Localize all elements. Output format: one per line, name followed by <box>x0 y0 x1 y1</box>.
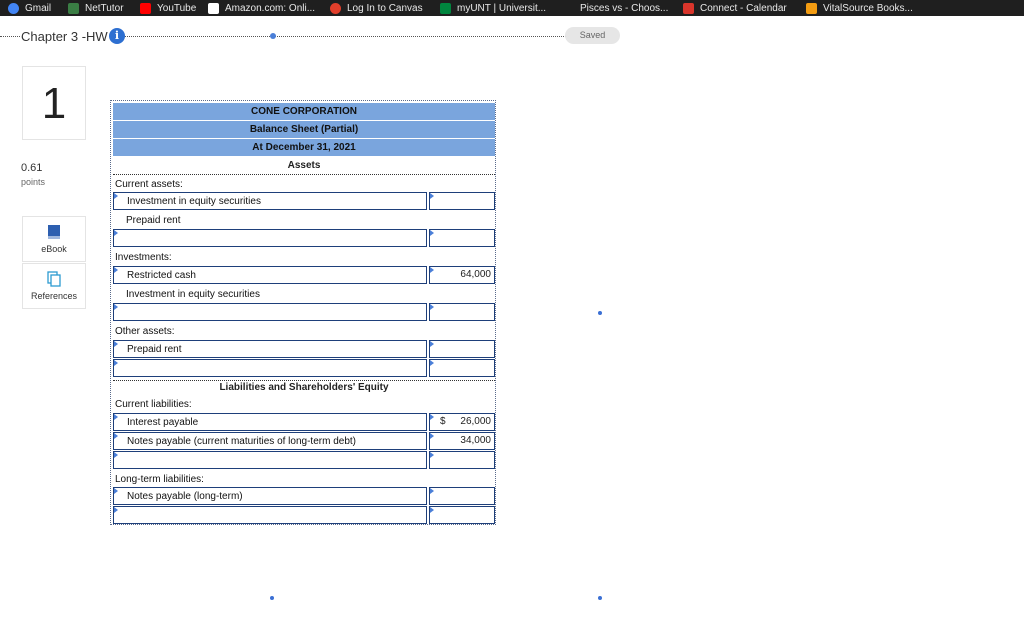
points-value: 0.61 <box>21 162 43 174</box>
bookmark-gmail[interactable]: Gmail <box>8 0 51 16</box>
statement-date: At December 31, 2021 <box>113 139 495 156</box>
cl-line2-amount-field[interactable]: 34,000 <box>429 432 495 450</box>
lt-line2-amount-field[interactable] <box>429 506 495 524</box>
inv-line2-label: Investment in equity securities <box>126 289 260 300</box>
vitalsource-icon <box>806 2 817 14</box>
cl-line1-label: Interest payable <box>127 417 199 428</box>
cl-line1-amount: 26,000 <box>460 416 491 427</box>
bookmark-vitalsource[interactable]: VitalSource Books... <box>806 0 913 16</box>
marker-dot <box>598 311 602 315</box>
inv-line3-label-field[interactable] <box>113 303 427 321</box>
connect-icon <box>683 2 694 14</box>
bookmark-label: VitalSource Books... <box>823 2 913 14</box>
cl-line2-amount: 34,000 <box>460 435 491 446</box>
ca-line2-label: Prepaid rent <box>126 215 181 226</box>
bookmark-label: Gmail <box>25 2 52 14</box>
inv-line3-amount-field[interactable] <box>429 303 495 321</box>
ebook-button[interactable]: eBook <box>22 216 86 262</box>
lt-line1-amount-field[interactable] <box>429 487 495 505</box>
cl-line1-amount-field[interactable]: $ 26,000 <box>429 413 495 431</box>
bookmark-connect[interactable]: Connect - Calendar <box>683 0 787 16</box>
inv-line1-label-field[interactable]: Restricted cash <box>113 266 427 284</box>
bookmark-amazon[interactable]: Amazon.com: Onli... <box>208 0 315 16</box>
marker-dot <box>270 596 274 600</box>
unt-icon <box>440 2 451 14</box>
progress-marker <box>270 33 276 39</box>
canvas-icon <box>330 2 341 14</box>
balance-sheet: CONE CORPORATION Balance Sheet (Partial)… <box>110 100 496 525</box>
amazon-icon <box>208 2 219 14</box>
oa-line1-label: Prepaid rent <box>127 344 182 355</box>
inv-line1-amount: 64,000 <box>460 269 491 280</box>
lt-line1-label-field[interactable]: Notes payable (long-term) <box>113 487 427 505</box>
references-label: References <box>30 291 78 301</box>
investments-label: Investments: <box>115 252 172 263</box>
references-icon <box>47 271 61 287</box>
ca-line1-amount-field[interactable] <box>429 192 495 210</box>
saved-status-badge: Saved <box>565 27 620 44</box>
longterm-liabilities-label: Long-term liabilities: <box>115 474 204 485</box>
ca-line1-label-field[interactable]: Investment in equity securities <box>113 192 427 210</box>
ca-line1-label: Investment in equity securities <box>127 196 261 207</box>
oa-line1-label-field[interactable]: Prepaid rent <box>113 340 427 358</box>
company-name: CONE CORPORATION <box>113 103 495 120</box>
oa-line2-amount-field[interactable] <box>429 359 495 377</box>
oa-line1-amount-field[interactable] <box>429 340 495 358</box>
bookmark-pisces[interactable]: Pisces vs - Choos... <box>580 0 668 16</box>
statement-title: Balance Sheet (Partial) <box>113 121 495 138</box>
marker-dot <box>598 596 602 600</box>
cl-line1-label-field[interactable]: Interest payable <box>113 413 427 431</box>
lt-line2-label-field[interactable] <box>113 506 427 524</box>
bookmark-label: Amazon.com: Onli... <box>225 2 316 14</box>
points-label: points <box>21 177 46 187</box>
cl-line3-label-field[interactable] <box>113 451 427 469</box>
ca-line3-label-field[interactable] <box>113 229 427 247</box>
bookmark-label: myUNT | Universit... <box>457 2 547 14</box>
cl-line3-amount-field[interactable] <box>429 451 495 469</box>
question-number: 1 <box>22 66 86 140</box>
assets-heading: Assets <box>287 160 321 171</box>
inv-line1-amount-field[interactable]: 64,000 <box>429 266 495 284</box>
other-assets-label: Other assets: <box>115 326 175 337</box>
bookmark-myunt[interactable]: myUNT | Universit... <box>440 0 546 16</box>
lt-line1-label: Notes payable (long-term) <box>127 491 243 502</box>
liabilities-heading: Liabilities and Shareholders' Equity <box>219 382 389 393</box>
divider <box>113 174 495 175</box>
bookmark-label: YouTube <box>157 2 197 14</box>
ebook-label: eBook <box>41 244 67 254</box>
assignment-title: Chapter 3 -HW <box>21 29 112 44</box>
book-icon <box>48 225 60 239</box>
currency-symbol: $ <box>440 416 446 427</box>
bookmarks-bar: Gmail NetTutor YouTube Amazon.com: Onli.… <box>0 0 1024 16</box>
bookmark-nettutor[interactable]: NetTutor <box>68 0 124 16</box>
bookmark-label: Connect - Calendar <box>700 2 787 14</box>
bookmark-canvas[interactable]: Log In to Canvas <box>330 0 423 16</box>
current-assets-label: Current assets: <box>115 179 183 190</box>
youtube-icon <box>140 2 151 14</box>
info-icon[interactable]: i <box>109 28 125 44</box>
bookmark-label: Log In to Canvas <box>347 2 423 14</box>
cl-line2-label-field[interactable]: Notes payable (current maturities of lon… <box>113 432 427 450</box>
bookmark-youtube[interactable]: YouTube <box>140 0 196 16</box>
bookmark-label: Pisces vs - Choos... <box>580 2 669 14</box>
ca-line3-amount-field[interactable] <box>429 229 495 247</box>
current-liabilities-label: Current liabilities: <box>115 399 192 410</box>
inv-line1-label: Restricted cash <box>127 270 196 281</box>
nettutor-icon <box>68 2 79 14</box>
google-icon <box>8 2 19 14</box>
cl-line2-label: Notes payable (current maturities of lon… <box>127 436 356 447</box>
oa-line2-label-field[interactable] <box>113 359 427 377</box>
bookmark-label: NetTutor <box>85 2 124 14</box>
references-button[interactable]: References <box>22 263 86 309</box>
